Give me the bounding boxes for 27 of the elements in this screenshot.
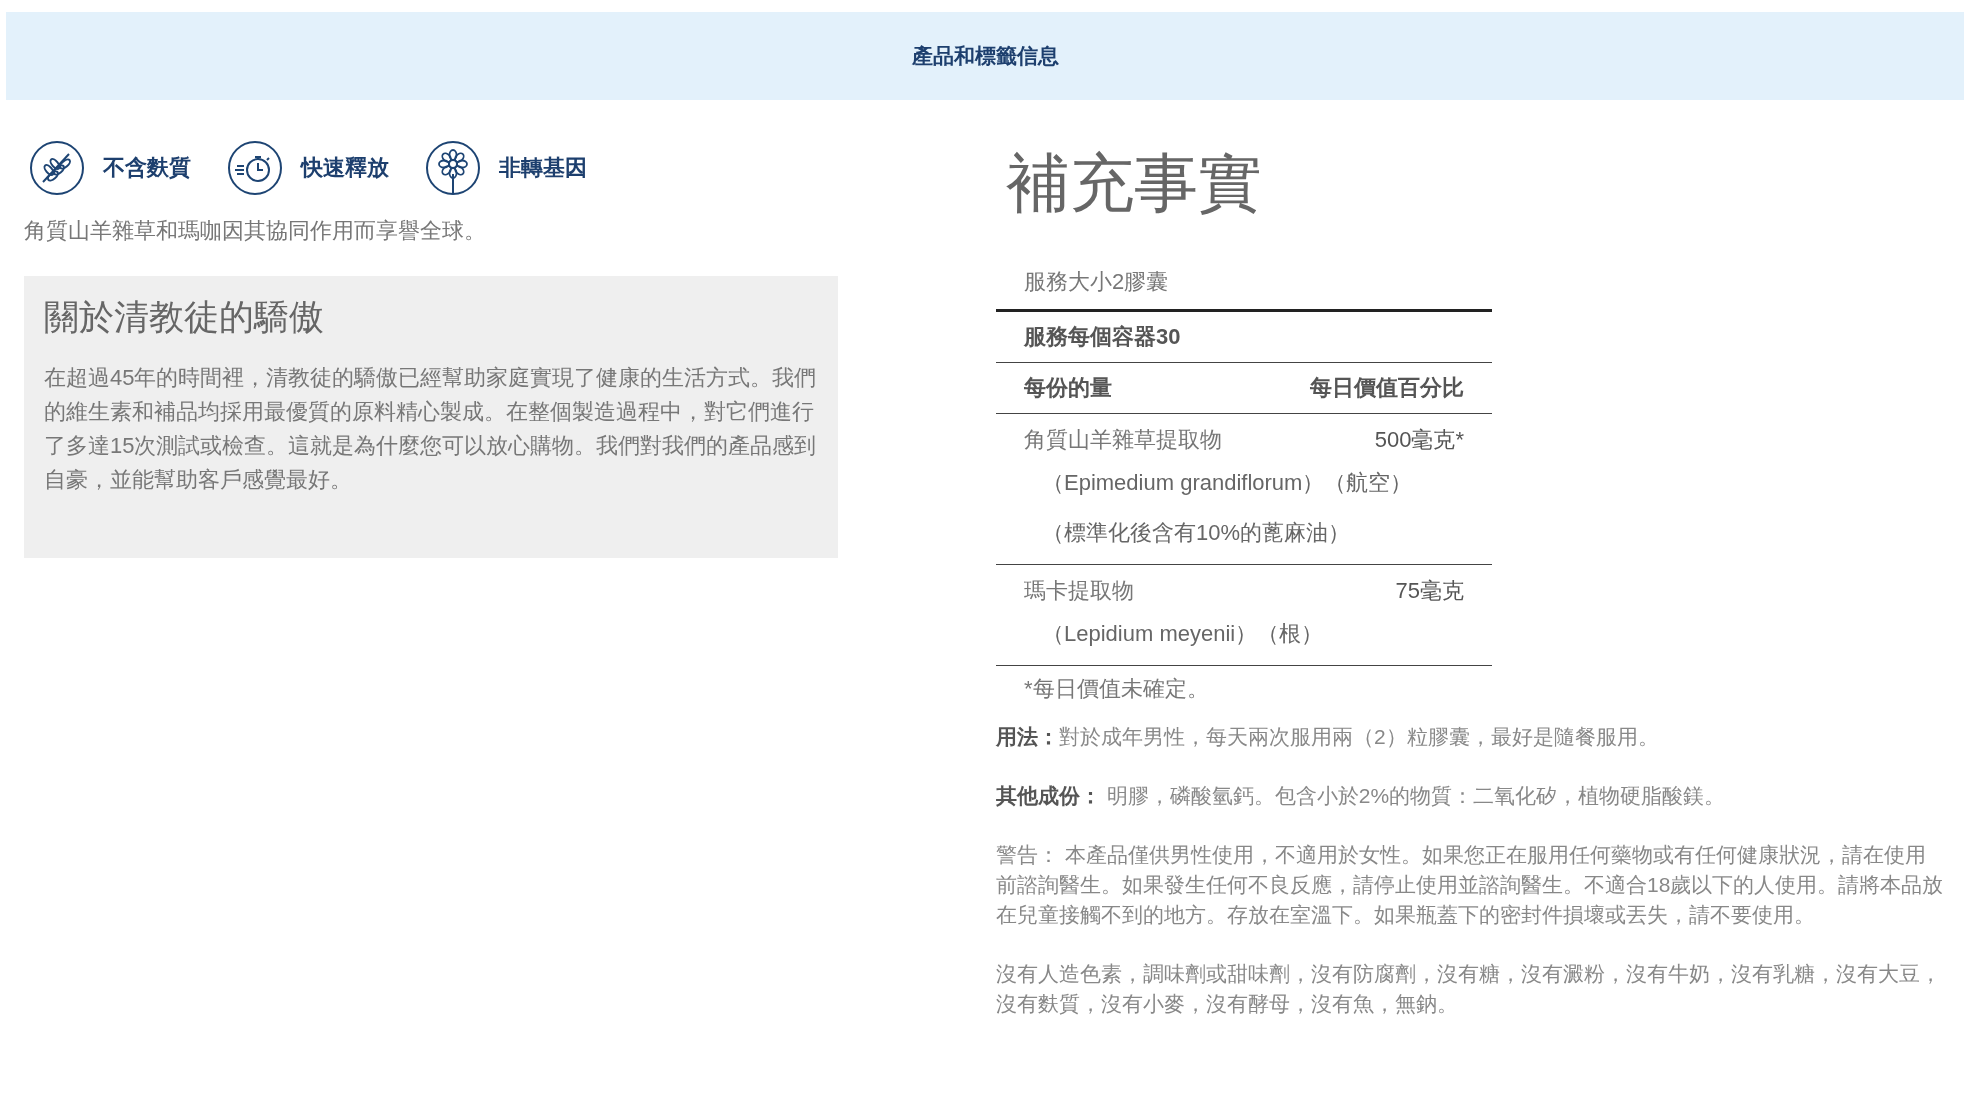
serving-size: 服務大小2膠囊 (996, 257, 1492, 312)
ingredient-detail: （標準化後含有10%的蓖麻油） (1041, 519, 1352, 547)
ingredient-name: 瑪卡提取物 (1024, 577, 1134, 605)
tagline: 角質山羊雜草和瑪咖因其協同作用而享譽全球。 (24, 217, 487, 245)
ingredient-detail: （Lepidium meyenii）（根） (1041, 620, 1325, 648)
servings-per-container: 服務每個容器30 (996, 312, 1492, 363)
timer-icon (227, 140, 283, 196)
footnote: *每日價值未確定。 (1023, 675, 1210, 703)
about-heading: 關於清教徒的驕傲 (44, 296, 325, 338)
ingredient-amount: 500毫克* (1374, 426, 1464, 454)
about-text: 在超過45年的時間裡，清教徒的驕傲已經幫助家庭實現了健康的生活方式。我們的維生素和補品均採用最優質的原料精心製成。在整個製造過程中，對它們進行了多達15次測試或檢查。這就是為什麼您可以放心購物。我們對我們的產品感到自豪，並能幫助客戶感覺最好。 (44, 364, 818, 494)
wheat-icon (29, 140, 85, 196)
note-paragraph: 沒有人造色素，調味劑或甜味劑，沒有防腐劑，沒有糖，沒有澱粉，沒有牛奶，沒有乳糖，沒有大豆，沒有麩質，沒有小麥，沒有酵母，沒有魚，無鈉。 (996, 961, 1942, 1017)
ingredient-detail: （Epimedium grandiflorum）（航空） (1041, 469, 1414, 497)
facts-title: 補充事實 (1006, 146, 1263, 221)
note-paragraph: 其他成份： 明膠，磷酸氫鈣。包含小於2%的物質：二氧化矽，植物硬脂酸鎂。 (996, 783, 1727, 809)
note-paragraph: 警告： 本產品僅供男性使用，不適用於女性。如果您正在服用任何藥物或有任何健康狀況，請在使用前諮詢醫生。如果發生任何不良反應，請停止使用並諮詢醫生。不適合18歲以下的人使用。請將本品放在兒童接觸不到的地方。存放在室溫下。如果瓶蓋下的密封件損壞或丟失，請不要使用。 (996, 842, 1945, 928)
column-heading: 每日價值百分比 (1310, 374, 1464, 402)
flower-icon (425, 140, 481, 196)
banner-title: 產品和標籤信息 (911, 43, 1059, 69)
note-paragraph: 用法：對於成年男性，每天兩次服用兩（2）粒膠囊，最好是隨餐服用。 (996, 724, 1660, 750)
ingredient-name: 角質山羊雜草提取物 (1024, 426, 1222, 454)
column-heading: 每份的量 (1024, 374, 1112, 402)
ingredient-amount: 75毫克 (1395, 577, 1464, 605)
feature-label: 不含麩質 (103, 154, 191, 182)
feature-label: 快速釋放 (301, 154, 389, 182)
feature-label: 非轉基因 (499, 154, 587, 182)
